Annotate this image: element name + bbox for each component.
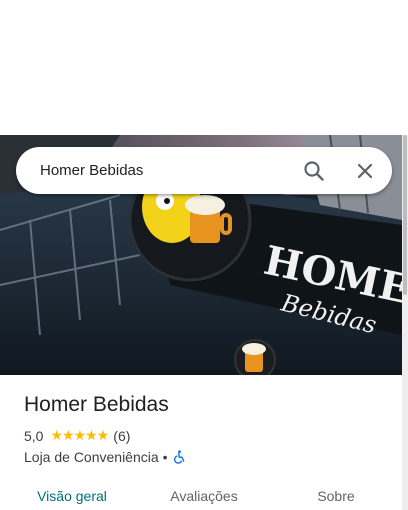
star-icon: ★ xyxy=(96,428,110,444)
rating-stars: ★ ★ ★ ★ ★ xyxy=(50,428,110,444)
place-tabs: Visão geral Avaliações Sobre xyxy=(0,476,402,510)
separator: • xyxy=(162,449,168,465)
star-icon: ★ xyxy=(62,428,75,444)
search-box[interactable] xyxy=(16,147,392,194)
place-page: HOMER Bebidas Homer Bebidas 5,0 ★★★★★ xyxy=(0,0,408,510)
review-count[interactable]: (6) xyxy=(113,428,130,444)
place-title: Homer Bebidas xyxy=(24,393,169,416)
rating-value: 5,0 xyxy=(24,428,44,444)
tab-reviews[interactable]: Avaliações xyxy=(154,476,254,510)
close-icon[interactable] xyxy=(351,157,379,185)
search-icon[interactable] xyxy=(300,157,328,185)
category-row: Loja de Conveniência • xyxy=(24,448,186,466)
place-category[interactable]: Loja de Conveniência xyxy=(24,449,159,465)
star-icon: ★ xyxy=(73,428,87,444)
scrollbar[interactable] xyxy=(402,135,408,510)
tab-about[interactable]: Sobre xyxy=(296,476,376,510)
rating-row[interactable]: 5,0 ★ ★ ★ ★ ★ (6) xyxy=(24,427,130,445)
scrollbar-thumb[interactable] xyxy=(403,135,407,295)
wheelchair-icon[interactable] xyxy=(172,450,186,464)
star-icon: ★ xyxy=(50,428,63,444)
tab-overview[interactable]: Visão geral xyxy=(24,476,120,510)
star-icon: ★ xyxy=(85,428,98,444)
search-input[interactable] xyxy=(40,147,290,194)
